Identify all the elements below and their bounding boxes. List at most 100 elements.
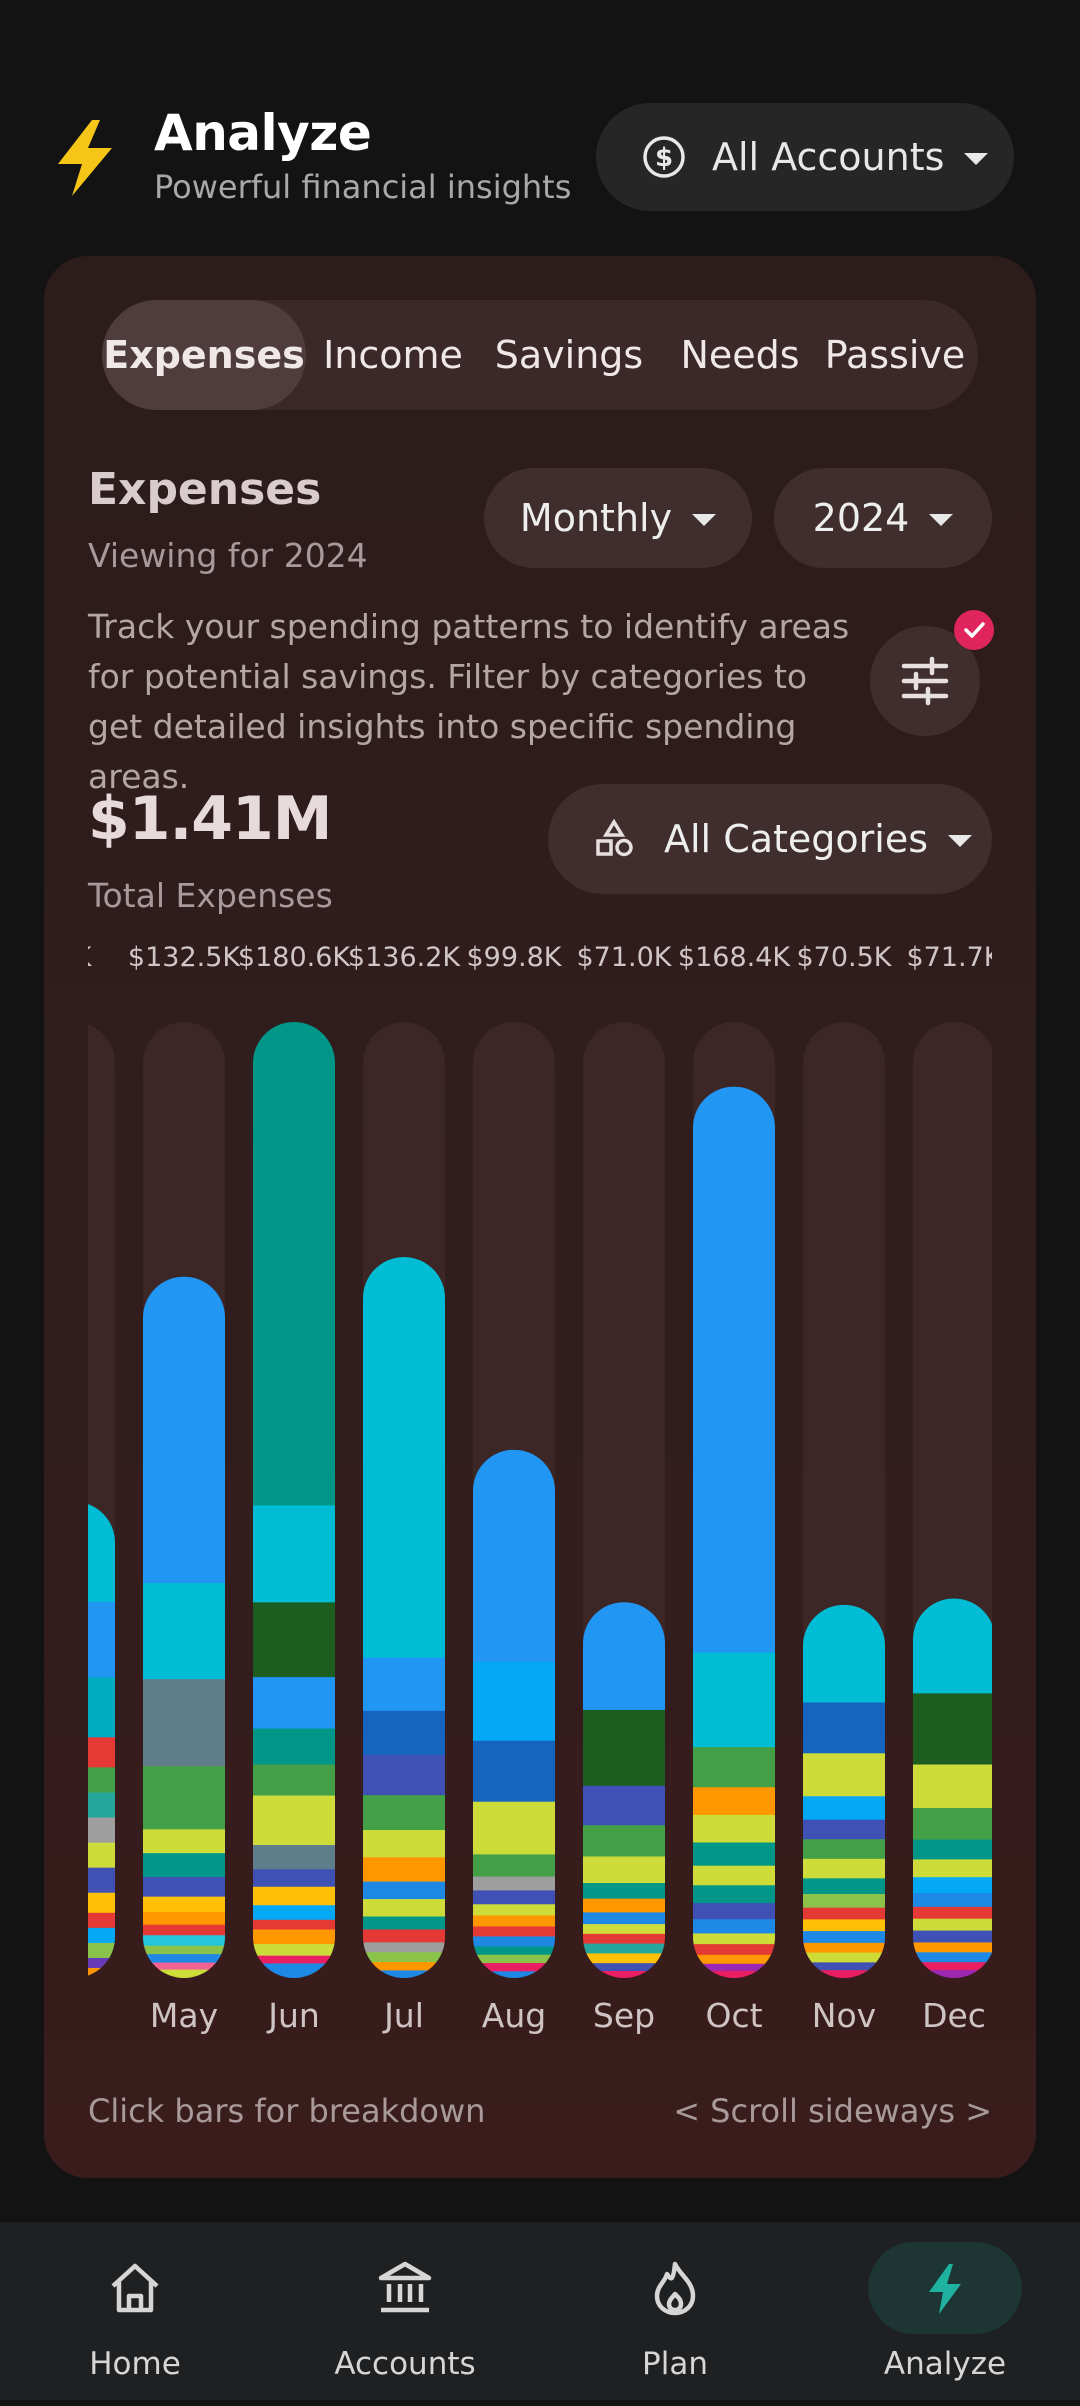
check-icon [964,622,985,638]
app-title: Analyze [154,104,372,162]
tab-needs[interactable]: Needs [670,300,810,410]
categories-selector[interactable]: All Categories [548,784,992,894]
bar-segment [143,1912,225,1926]
bar-segment [363,1754,445,1796]
bar-segment [473,1854,555,1878]
bar-segment [913,1892,992,1908]
expenses-bar-chart[interactable]: 3Kr$132.5KMay$180.6KJun$136.2KJul$99.8KA… [88,936,992,2406]
nav-item-analyze[interactable]: Analyze [810,2222,1080,2400]
bar-value-label: $99.8K [466,942,562,973]
period-selector[interactable]: Monthly [484,468,752,568]
tab-expenses[interactable]: Expenses [102,300,306,410]
accounts-selector-button[interactable]: $ All Accounts [596,103,1014,211]
bar-segment [88,1677,115,1738]
bar-segment [583,1912,665,1925]
bar-segment [253,1869,335,1888]
bar-segment [583,1709,665,1787]
tab-savings[interactable]: Savings [484,300,654,410]
bar-segment [88,1967,115,1978]
bar-nov[interactable] [803,1022,885,1979]
bar-segment [363,1942,445,1953]
nav-label-analyze: Analyze [883,2346,1007,2382]
bar-segment [913,1906,992,1920]
bar-segment [693,1652,775,1748]
bar-dec[interactable] [913,1022,992,1979]
chevron-down-icon [692,514,717,526]
bar-segment [253,1886,335,1906]
bar-segment [583,1898,665,1913]
bar-jul[interactable] [363,1022,445,1979]
bar-segment [583,1825,665,1858]
bar-segment [473,1946,555,1956]
bar-segment [473,1662,555,1742]
bar-segment [143,1945,225,1955]
svg-text:$: $ [655,143,673,173]
bar-segment [913,1930,992,1944]
bar-segment [253,1795,335,1846]
bar-segment [88,1892,115,1914]
bar-segment [253,1677,335,1730]
bank-icon [378,2261,432,2313]
bar-segment [363,1710,445,1756]
bar-segment [913,1693,992,1766]
bar-segment [253,1955,335,1965]
analysis-card: Expenses Income Savings Needs Passive Ex… [44,256,1036,2178]
bar-segments [473,1449,555,1978]
bar-segment [253,1944,335,1957]
bar-segment [88,1912,115,1929]
total-expenses-value: $1.41M [88,784,332,854]
nav-item-plan[interactable]: Plan [540,2222,810,2400]
bar-segment [253,1905,335,1921]
bar-segment [363,1970,445,1978]
bar-segment [473,1963,555,1972]
app-subtitle: Powerful financial insights [154,168,572,206]
bar-segments [583,1602,665,1978]
bar-segment [253,1845,335,1870]
bar-segment [803,1919,885,1932]
bar-segment [693,1842,775,1867]
bar-segment [693,1903,775,1920]
bar-segment [363,1916,445,1931]
chart-svg [88,1022,992,1979]
filter-active-badge [954,610,994,650]
bar-segments [253,1022,335,1978]
bar-segment [143,1962,225,1971]
bar-segment [363,1899,445,1918]
bar-oct[interactable] [693,1022,775,1979]
tab-income[interactable]: Income [318,300,468,410]
bar-value-label: $136.2K [347,942,461,973]
nav-item-accounts[interactable]: Accounts [270,2222,540,2400]
bar-segment [473,1740,555,1803]
section-title: Expenses [88,464,322,515]
bar-segment [363,1795,445,1831]
nav-label-plan: Plan [642,2346,708,2382]
bar-aug[interactable] [473,1022,555,1979]
bar-segment [583,1933,665,1945]
bar-value-label: $71.7K [906,942,992,973]
bottom-navigation: Home Accounts Plan Analyze [0,2222,1080,2400]
bar-segment [913,1962,992,1971]
nav-label-accounts: Accounts [334,2346,476,2382]
bar-segment [583,1963,665,1972]
nav-item-home[interactable]: Home [0,2222,270,2400]
bar-segment [803,1970,885,1978]
bar-segment [473,1954,555,1964]
bar-segment [143,1935,225,1947]
bar-segment [143,1766,225,1830]
bar-apr[interactable] [88,1022,115,1979]
bar-may[interactable] [143,1022,225,1979]
bar-segment [693,1787,775,1816]
bar-segment [143,1877,225,1898]
tab-passive[interactable]: Passive [820,300,970,410]
bar-segment [363,1857,445,1883]
bar-jun[interactable] [253,1022,335,1979]
year-selector[interactable]: 2024 [774,468,992,568]
bar-segment [803,1753,885,1797]
bar-segment [693,1933,775,1945]
bar-segment [143,1969,225,1978]
chevron-down-icon [948,835,973,847]
bar-sep[interactable] [583,1022,665,1979]
bar-segments [143,1276,225,1978]
bar-segment [253,1764,335,1797]
bar-segment [693,1944,775,1956]
